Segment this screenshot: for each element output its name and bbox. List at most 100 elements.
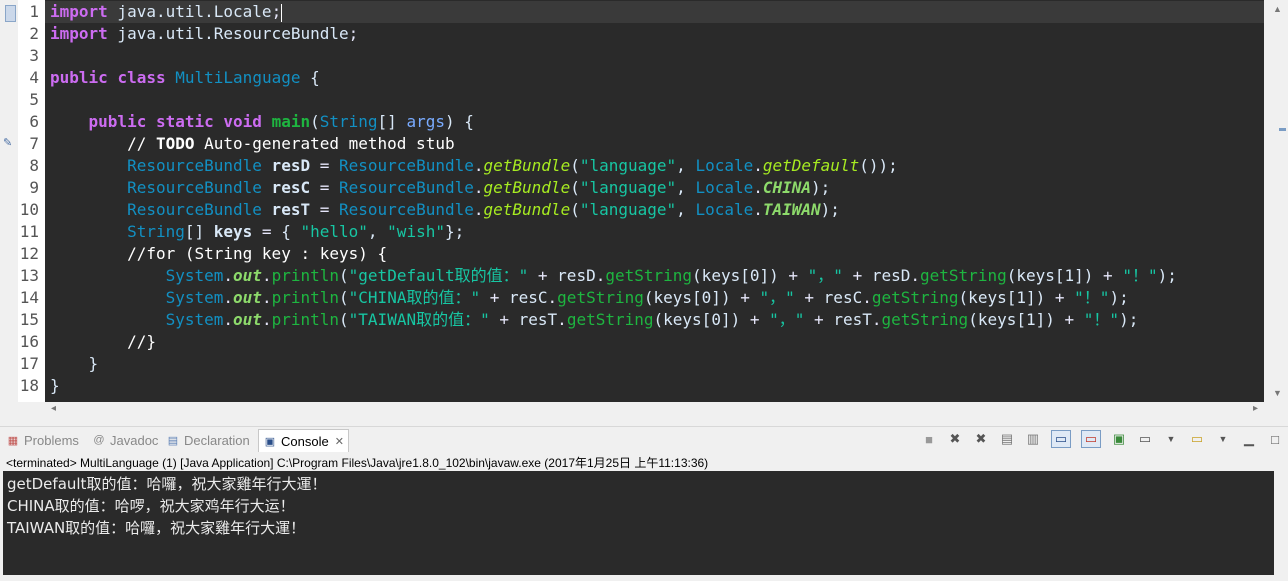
code-line-15: System.out.println("TAIWAN取的值：" + resT.g…	[50, 309, 1139, 331]
static-field: out	[233, 288, 262, 307]
code-text-area[interactable]: import java.util.Locale; import java.uti…	[45, 0, 1264, 402]
method-call: getString	[920, 266, 1007, 285]
show-on-stderr-icon[interactable]: ▭	[1081, 430, 1101, 448]
code-line-2: import java.util.ResourceBundle;	[50, 23, 358, 45]
method-call: getBundle	[483, 156, 571, 175]
string-literal: "！"	[1083, 310, 1120, 329]
keyword: static	[155, 112, 214, 131]
class-name: System	[165, 266, 224, 285]
operator: .	[547, 288, 558, 307]
argument: (keys[1])	[958, 288, 1046, 307]
keyword: class	[117, 68, 166, 87]
punctuation: ,	[676, 200, 696, 219]
operator: =	[310, 156, 339, 175]
string-literal: "getDefault取的值："	[348, 266, 529, 285]
punctuation: }	[88, 354, 99, 373]
line-number: 5	[29, 90, 39, 109]
argument: (keys[0])	[692, 266, 779, 285]
operator: +	[489, 310, 519, 329]
code-line-1: import java.util.Locale;	[50, 1, 283, 23]
operator: .	[862, 288, 872, 307]
tab-declaration[interactable]: ▤ Declaration	[166, 431, 250, 449]
remove-all-terminated-icon[interactable]: ✖	[973, 431, 989, 447]
method-call: println	[271, 288, 340, 307]
operator: .	[557, 310, 567, 329]
operator: .	[753, 178, 763, 197]
editor-horizontal-scrollbar[interactable]: ◂ ▸	[45, 402, 1264, 418]
string-literal: "hello"	[300, 222, 368, 241]
line-number: 9	[29, 178, 39, 197]
punctuation: []	[184, 222, 214, 241]
console-vertical-scrollbar[interactable]	[1274, 471, 1288, 575]
string-literal: "language"	[579, 178, 677, 197]
show-on-stdout-icon[interactable]: ▭	[1051, 430, 1071, 448]
punctuation: (	[310, 112, 320, 131]
tab-problems[interactable]: ▦ Problems	[6, 431, 79, 449]
tab-javadoc[interactable]: @ Javadoc	[92, 431, 158, 449]
pin-console-icon[interactable]: ▣	[1111, 431, 1127, 447]
open-console-icon[interactable]: ▭	[1189, 431, 1205, 447]
operator: .	[910, 266, 921, 285]
dropdown-icon[interactable]: ▼	[1215, 431, 1231, 447]
punctuation: (	[339, 310, 349, 329]
package-name: java.util.ResourceBundle	[107, 24, 349, 43]
scroll-right-arrow-icon[interactable]: ▸	[1253, 403, 1258, 414]
code-line-18: }	[50, 375, 60, 397]
type-name: ResourceBundle	[127, 156, 262, 175]
terminate-icon[interactable]: ■	[921, 431, 937, 447]
console-output-line: TAIWAN取的值：哈囉，祝大家雞年行大運！	[7, 517, 305, 538]
line-number: 17	[19, 354, 39, 373]
class-name: MultiLanguage	[175, 68, 301, 87]
variable-name: resT	[833, 310, 872, 329]
console-launch-description: <terminated> MultiLanguage (1) [Java App…	[6, 456, 709, 470]
punctuation: ,	[676, 178, 696, 197]
variable-name: resC	[261, 178, 311, 197]
tab-console[interactable]: ▣ Console ✕	[258, 429, 349, 452]
todo-tag: TODO	[155, 134, 195, 153]
line-number: 14	[19, 288, 39, 307]
maximize-icon[interactable]: □	[1267, 431, 1283, 447]
line-number: 15	[19, 310, 39, 329]
string-literal: "wish"	[387, 222, 445, 241]
scroll-lock-icon[interactable]: ▥	[1025, 431, 1041, 447]
method-call: getString	[566, 310, 654, 329]
clear-console-icon[interactable]: ▤	[999, 431, 1015, 447]
console-output-line: getDefault取的值：哈囉，祝大家雞年行大運！	[7, 473, 326, 494]
console-output-area[interactable]: getDefault取的值：哈囉，祝大家雞年行大運！ CHINA取的值：哈啰，祝…	[3, 471, 1274, 575]
type-name: String	[319, 112, 378, 131]
punctuation: (	[570, 178, 580, 197]
class-name: Locale	[695, 178, 754, 197]
scroll-down-arrow-icon[interactable]: ▼	[1273, 388, 1282, 398]
punctuation: );	[811, 178, 831, 197]
line-number: 12	[19, 244, 39, 263]
scroll-up-arrow-icon[interactable]: ▲	[1273, 4, 1282, 14]
method-call: getDefault	[762, 156, 860, 175]
code-line-12: //for (String key : keys) {	[50, 243, 387, 265]
scroll-left-arrow-icon[interactable]: ◂	[51, 403, 56, 414]
class-name: ResourceBundle	[339, 156, 474, 175]
overview-marker[interactable]	[1279, 128, 1286, 131]
string-literal: "！"	[1074, 288, 1110, 307]
operator: .	[595, 266, 606, 285]
editor-vertical-scrollbar[interactable]: ▲ ▼	[1264, 0, 1288, 402]
remove-launch-icon[interactable]: ✖	[947, 431, 963, 447]
display-selected-console-icon[interactable]: ▭	[1137, 431, 1153, 447]
punctuation: (	[570, 156, 580, 175]
operator: .	[473, 200, 484, 219]
punctuation: (	[339, 266, 349, 285]
close-tab-icon[interactable]: ✕	[335, 435, 344, 448]
operator: .	[261, 288, 272, 307]
minimize-icon[interactable]: ▁	[1241, 431, 1257, 447]
type-name: String	[127, 222, 185, 241]
code-editor[interactable]: ✎ 1 2 3 4 5 6 7 8 9 10 11 12 13 14 15 16…	[0, 0, 1288, 418]
class-name: ResourceBundle	[339, 200, 474, 219]
punctuation: {	[281, 222, 301, 241]
code-line-10: ResourceBundle resT = ResourceBundle.get…	[50, 199, 840, 221]
method-call: getString	[871, 288, 959, 307]
dropdown-icon[interactable]: ▼	[1163, 431, 1179, 447]
output-text: CHINA取的值：哈啰，祝大家鸡年行大运！	[7, 497, 295, 515]
argument: (keys[1])	[1006, 266, 1094, 285]
punctuation: ) {	[444, 112, 474, 131]
method-name: main	[271, 112, 311, 131]
code-line-16: //}	[50, 331, 156, 353]
